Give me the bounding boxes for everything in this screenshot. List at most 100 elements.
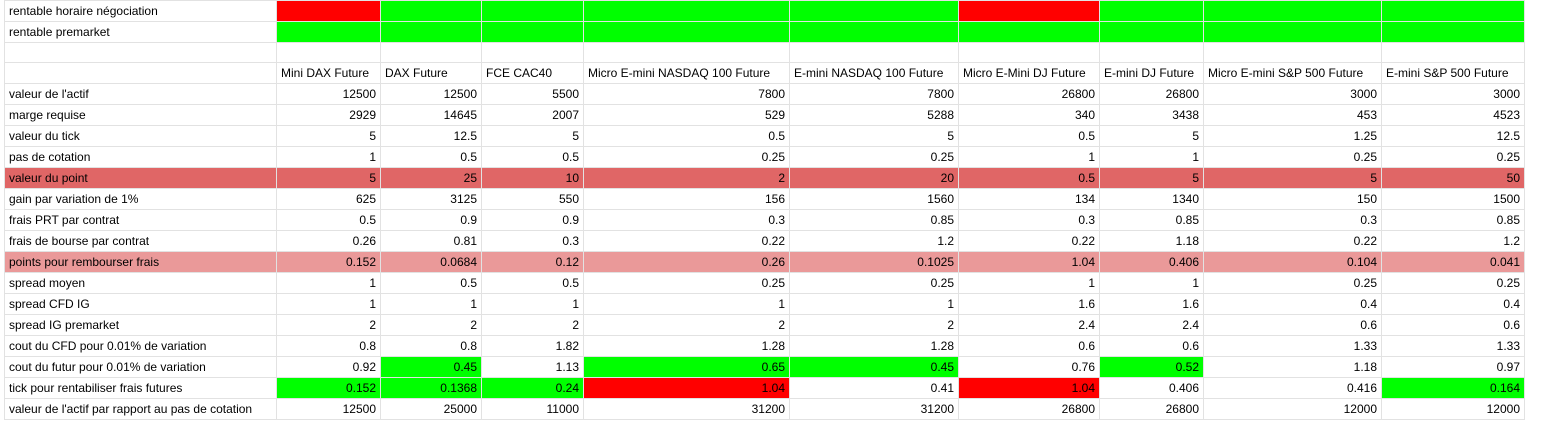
value-cell[interactable]: 0.12: [481, 251, 584, 273]
value-cell[interactable]: 5500: [481, 83, 584, 105]
value-cell[interactable]: 0.65: [583, 356, 790, 378]
value-cell[interactable]: 1.2: [1381, 230, 1525, 252]
value-cell[interactable]: 0.25: [789, 146, 959, 168]
value-cell[interactable]: 1.6: [1099, 293, 1204, 315]
value-cell[interactable]: 340: [958, 104, 1100, 126]
value-cell[interactable]: 1.18: [1099, 230, 1204, 252]
value-cell[interactable]: 0.3: [583, 209, 790, 231]
value-cell[interactable]: 5: [1099, 167, 1204, 189]
value-cell[interactable]: 0.22: [1203, 230, 1382, 252]
value-cell[interactable]: 11000: [481, 398, 584, 420]
column-header[interactable]: Micro E-mini NASDAQ 100 Future: [583, 62, 790, 84]
value-cell[interactable]: 3125: [380, 188, 482, 210]
value-cell[interactable]: 1560: [789, 188, 959, 210]
value-cell[interactable]: 0.85: [789, 209, 959, 231]
row-label[interactable]: rentable horaire négociation: [4, 0, 277, 22]
value-cell[interactable]: 0.25: [1381, 272, 1525, 294]
value-cell[interactable]: 0.26: [276, 230, 381, 252]
empty-cell[interactable]: [583, 42, 790, 63]
value-cell[interactable]: 1.18: [1203, 356, 1382, 378]
column-header[interactable]: E-mini DJ Future: [1099, 62, 1204, 84]
value-cell[interactable]: 0.26: [583, 251, 790, 273]
value-cell[interactable]: 0.3: [958, 209, 1100, 231]
value-cell[interactable]: 2.4: [958, 314, 1100, 336]
value-cell[interactable]: 550: [481, 188, 584, 210]
value-cell[interactable]: 25: [380, 167, 482, 189]
indicator-cell[interactable]: [1203, 0, 1382, 22]
column-header[interactable]: E-mini NASDAQ 100 Future: [789, 62, 959, 84]
empty-cell[interactable]: [481, 42, 584, 63]
value-cell[interactable]: 1.2: [789, 230, 959, 252]
row-label[interactable]: tick pour rentabiliser frais futures: [4, 377, 277, 399]
column-header[interactable]: FCE CAC40: [481, 62, 584, 84]
empty-cell[interactable]: [276, 42, 381, 63]
indicator-cell[interactable]: [276, 21, 381, 43]
row-label[interactable]: cout du futur pour 0.01% de variation: [4, 356, 277, 378]
value-cell[interactable]: 1500: [1381, 188, 1525, 210]
indicator-cell[interactable]: [1381, 0, 1525, 22]
empty-cell[interactable]: [4, 42, 277, 63]
indicator-cell[interactable]: [380, 21, 482, 43]
value-cell[interactable]: 12500: [276, 398, 381, 420]
value-cell[interactable]: 26800: [1099, 83, 1204, 105]
row-label[interactable]: frais PRT par contrat: [4, 209, 277, 231]
value-cell[interactable]: 1: [1099, 272, 1204, 294]
value-cell[interactable]: 0.5: [481, 146, 584, 168]
value-cell[interactable]: 0.25: [1381, 146, 1525, 168]
value-cell[interactable]: 1.04: [583, 377, 790, 399]
column-header[interactable]: DAX Future: [380, 62, 482, 84]
value-cell[interactable]: 453: [1203, 104, 1382, 126]
value-cell[interactable]: 2: [583, 314, 790, 336]
value-cell[interactable]: 3000: [1203, 83, 1382, 105]
value-cell[interactable]: 1: [276, 293, 381, 315]
value-cell[interactable]: 0.45: [789, 356, 959, 378]
value-cell[interactable]: 10: [481, 167, 584, 189]
value-cell[interactable]: 1: [276, 146, 381, 168]
row-label[interactable]: gain par variation de 1%: [4, 188, 277, 210]
value-cell[interactable]: 0.81: [380, 230, 482, 252]
value-cell[interactable]: 0.85: [1099, 209, 1204, 231]
indicator-cell[interactable]: [276, 0, 381, 22]
indicator-cell[interactable]: [380, 0, 482, 22]
indicator-cell[interactable]: [481, 0, 584, 22]
value-cell[interactable]: 5: [1099, 125, 1204, 147]
value-cell[interactable]: 2: [380, 314, 482, 336]
empty-cell[interactable]: [1203, 42, 1382, 63]
value-cell[interactable]: 5288: [789, 104, 959, 126]
value-cell[interactable]: 12000: [1381, 398, 1525, 420]
value-cell[interactable]: 1: [481, 293, 584, 315]
value-cell[interactable]: 134: [958, 188, 1100, 210]
value-cell[interactable]: 0.85: [1381, 209, 1525, 231]
value-cell[interactable]: 0.6: [1381, 314, 1525, 336]
row-label[interactable]: valeur de l'actif: [4, 83, 277, 105]
value-cell[interactable]: 0.92: [276, 356, 381, 378]
value-cell[interactable]: 5: [1203, 167, 1382, 189]
value-cell[interactable]: 1.04: [958, 251, 1100, 273]
value-cell[interactable]: 1: [958, 272, 1100, 294]
value-cell[interactable]: 1.04: [958, 377, 1100, 399]
value-cell[interactable]: 0.22: [583, 230, 790, 252]
value-cell[interactable]: 1: [276, 272, 381, 294]
value-cell[interactable]: 2: [789, 314, 959, 336]
value-cell[interactable]: 0.406: [1099, 377, 1204, 399]
column-header[interactable]: Micro E-mini S&P 500 Future: [1203, 62, 1382, 84]
value-cell[interactable]: 0.9: [481, 209, 584, 231]
empty-cell[interactable]: [958, 42, 1100, 63]
indicator-cell[interactable]: [1203, 21, 1382, 43]
value-cell[interactable]: 1: [789, 293, 959, 315]
value-cell[interactable]: 0.6: [958, 335, 1100, 357]
empty-cell[interactable]: [789, 42, 959, 63]
value-cell[interactable]: 2.4: [1099, 314, 1204, 336]
row-label[interactable]: frais de bourse par contrat: [4, 230, 277, 252]
value-cell[interactable]: 1.6: [958, 293, 1100, 315]
value-cell[interactable]: 2929: [276, 104, 381, 126]
value-cell[interactable]: 0.6: [1099, 335, 1204, 357]
value-cell[interactable]: 12.5: [1381, 125, 1525, 147]
value-cell[interactable]: 0.416: [1203, 377, 1382, 399]
value-cell[interactable]: 2007: [481, 104, 584, 126]
value-cell[interactable]: 529: [583, 104, 790, 126]
value-cell[interactable]: 0.104: [1203, 251, 1382, 273]
value-cell[interactable]: 1.28: [789, 335, 959, 357]
empty-cell[interactable]: [1381, 42, 1525, 63]
value-cell[interactable]: 1: [958, 146, 1100, 168]
